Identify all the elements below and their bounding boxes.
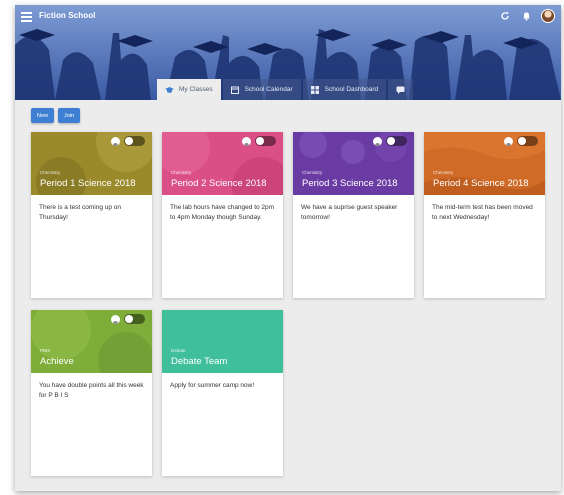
card-title: Period 3 Science 2018 (302, 178, 398, 189)
card-body: We have a suprise guest speaker tomorrow… (301, 204, 398, 221)
app-title: Fiction School (39, 11, 96, 20)
class-card[interactable]: Chemistry Period 2 Science 2018 The lab … (162, 132, 283, 298)
card-header: PBIS Achieve (31, 310, 152, 373)
card-body: You have double points all this week for… (39, 382, 144, 399)
dashboard-icon (311, 85, 320, 94)
class-card[interactable]: Chemistry Period 4 Science 2018 The mid-… (424, 132, 545, 298)
avatar[interactable] (541, 9, 555, 23)
card-subject: Chemistry (171, 170, 192, 175)
card-title: Period 4 Science 2018 (433, 178, 529, 189)
card-body: There is a test coming up on Thursday! (39, 204, 122, 221)
class-card[interactable]: Debate Debate Team Apply for summer camp… (162, 310, 283, 476)
card-title: Period 2 Science 2018 (171, 178, 267, 189)
class-card[interactable]: PBIS Achieve You have double points all … (31, 310, 152, 476)
card-subject: Chemistry (302, 170, 323, 175)
card-header: Chemistry Period 2 Science 2018 (162, 132, 283, 195)
hamburger-menu-icon[interactable] (21, 12, 32, 22)
user-icon (111, 136, 120, 146)
card-title: Achieve (40, 356, 74, 367)
class-card[interactable]: Chemistry Period 3 Science 2018 We have … (293, 132, 414, 298)
tab-label: School Dashboard (324, 86, 379, 93)
new-button[interactable]: New (31, 108, 55, 123)
card-toggle[interactable] (386, 136, 407, 146)
card-body: The mid-term test has been moved to next… (432, 204, 533, 221)
user-icon (373, 136, 382, 146)
message-icon (396, 86, 405, 94)
bell-icon[interactable] (520, 10, 532, 22)
class-card[interactable]: Chemistry Period 1 Science 2018 There is… (31, 132, 152, 298)
tab-messages[interactable] (388, 79, 414, 100)
card-body: The lab hours have changed to 2pm to 4pm… (170, 204, 275, 221)
user-icon (504, 136, 513, 146)
tab-label: My Classes (179, 86, 213, 93)
header-banner: Fiction School My Classes School Calenda… (15, 5, 561, 100)
card-title: Debate Team (171, 356, 228, 367)
tab-school-dashboard[interactable]: School Dashboard (302, 79, 387, 100)
card-header: Debate Debate Team (162, 310, 283, 373)
join-button[interactable]: Join (58, 108, 81, 123)
refresh-icon[interactable] (499, 10, 511, 22)
card-subject: Chemistry (433, 170, 454, 175)
card-title: Period 1 Science 2018 (40, 178, 136, 189)
top-bar: Fiction School (15, 5, 561, 29)
card-toggle[interactable] (124, 136, 145, 146)
graduation-cap-icon (165, 86, 174, 94)
tab-school-calendar[interactable]: School Calendar (222, 79, 301, 100)
calendar-icon (231, 86, 240, 94)
card-toggle[interactable] (255, 136, 276, 146)
card-subject: Chemistry (40, 170, 61, 175)
card-toggle[interactable] (517, 136, 538, 146)
card-toggle[interactable] (124, 314, 145, 324)
tab-label: School Calendar (244, 86, 293, 93)
tab-my-classes[interactable]: My Classes (157, 79, 221, 100)
card-header: Chemistry Period 1 Science 2018 (31, 132, 152, 195)
user-icon (242, 136, 251, 146)
tab-bar: My Classes School Calendar School Dashbo… (157, 79, 414, 100)
card-subject: Debate (171, 348, 186, 353)
card-subject: PBIS (40, 348, 51, 353)
app-window: Fiction School My Classes School Calenda… (15, 5, 561, 491)
card-body: Apply for summer camp now! (170, 382, 255, 389)
action-buttons: New Join (31, 108, 81, 123)
user-icon (111, 314, 120, 324)
card-header: Chemistry Period 3 Science 2018 (293, 132, 414, 195)
top-icons (499, 9, 555, 23)
card-header: Chemistry Period 4 Science 2018 (424, 132, 545, 195)
